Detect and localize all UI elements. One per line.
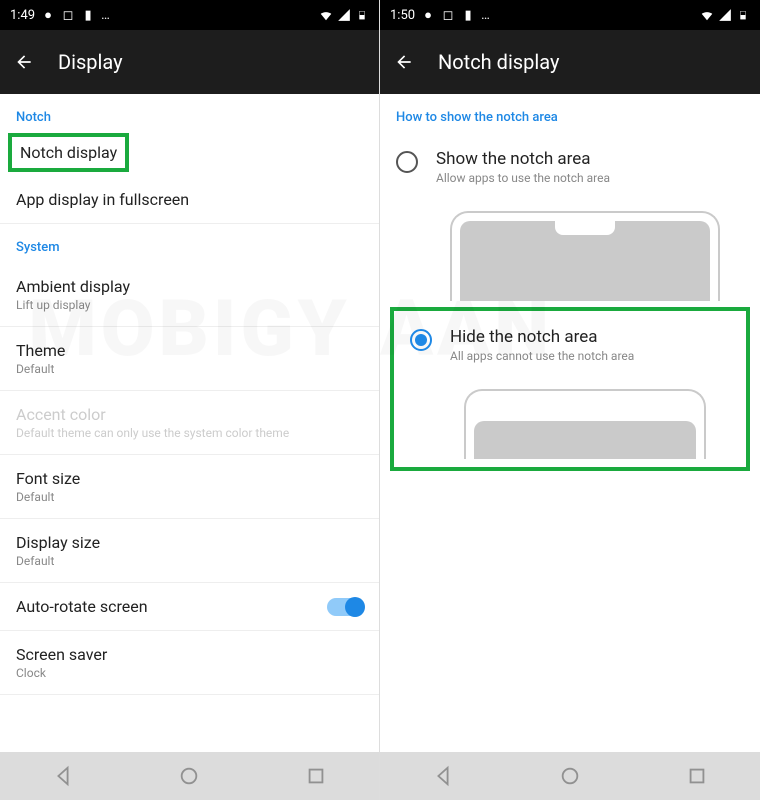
signal-icon xyxy=(718,8,732,22)
item-sub: Clock xyxy=(16,666,363,680)
battery-icon xyxy=(355,8,369,22)
item-sub: Default xyxy=(16,490,363,504)
item-sub: Default theme can only use the system co… xyxy=(16,426,363,440)
settings-content: MOBIGY Notch Notch display App display i… xyxy=(0,94,379,752)
item-app-fullscreen[interactable]: App display in fullscreen xyxy=(0,176,379,224)
item-label: App display in fullscreen xyxy=(16,190,363,209)
option-title: Hide the notch area xyxy=(450,327,634,347)
nav-home-icon[interactable] xyxy=(178,765,200,787)
option-hide-notch[interactable]: Hide the notch area All apps cannot use … xyxy=(394,311,746,379)
nav-bar xyxy=(0,752,379,800)
wifi-icon xyxy=(700,8,714,22)
item-sub: Default xyxy=(16,554,363,568)
header-title: Notch display xyxy=(438,50,559,74)
item-font-size[interactable]: Font size Default xyxy=(0,455,379,519)
radio-selected-icon[interactable] xyxy=(410,329,432,351)
more-icon: … xyxy=(481,8,490,23)
option-show-notch[interactable]: Show the notch area Allow apps to use th… xyxy=(380,133,760,201)
preview-hide-notch xyxy=(464,389,706,459)
item-label: Screen saver xyxy=(16,645,363,664)
app-header: Display xyxy=(0,30,379,94)
back-icon[interactable] xyxy=(394,52,414,72)
wifi-icon xyxy=(319,8,333,22)
header-title: Display xyxy=(58,50,123,74)
nav-back-icon[interactable] xyxy=(52,765,74,787)
item-label: Accent color xyxy=(16,405,363,424)
sim-icon: ▮ xyxy=(81,8,95,22)
sim-icon: ▮ xyxy=(461,8,475,22)
battery-icon xyxy=(736,8,750,22)
more-icon: … xyxy=(101,8,110,23)
item-display-size[interactable]: Display size Default xyxy=(0,519,379,583)
option-title: Show the notch area xyxy=(436,149,610,169)
option-sub: All apps cannot use the notch area xyxy=(450,349,634,363)
item-notch-display[interactable]: Notch display xyxy=(20,143,117,162)
status-time: 1:49 xyxy=(10,8,35,23)
item-label: Ambient display xyxy=(16,277,363,296)
item-label: Auto-rotate screen xyxy=(16,597,148,616)
item-auto-rotate[interactable]: Auto-rotate screen xyxy=(0,583,379,631)
item-label: Font size xyxy=(16,469,363,488)
status-bar: 1:50 ● ◻ ▮ … xyxy=(380,0,760,30)
chat-icon: ● xyxy=(41,8,55,22)
section-notch: Notch xyxy=(0,94,379,133)
notch-content: AAN How to show the notch area Show the … xyxy=(380,94,760,752)
phone-left: 1:49 ● ◻ ▮ … Display MOBIGY Notch Notch … xyxy=(0,0,380,800)
status-bar: 1:49 ● ◻ ▮ … xyxy=(0,0,379,30)
item-screen-saver[interactable]: Screen saver Clock xyxy=(0,631,379,695)
item-sub: Lift up display xyxy=(16,298,363,312)
nav-home-icon[interactable] xyxy=(559,765,581,787)
nav-recent-icon[interactable] xyxy=(686,765,708,787)
highlight-hide-notch: Hide the notch area All apps cannot use … xyxy=(390,307,750,471)
radio-unselected-icon[interactable] xyxy=(396,151,418,173)
instagram-icon: ◻ xyxy=(61,8,75,22)
preview-show-notch xyxy=(450,211,720,301)
nav-back-icon[interactable] xyxy=(432,765,454,787)
nav-recent-icon[interactable] xyxy=(305,765,327,787)
toggle-on-icon[interactable] xyxy=(327,598,363,616)
app-header: Notch display xyxy=(380,30,760,94)
section-how-to: How to show the notch area xyxy=(380,94,760,133)
item-label: Theme xyxy=(16,341,363,360)
phone-right: 1:50 ● ◻ ▮ … Notch display AAN How to sh… xyxy=(380,0,760,800)
item-theme[interactable]: Theme Default xyxy=(0,327,379,391)
item-label: Display size xyxy=(16,533,363,552)
item-accent-color: Accent color Default theme can only use … xyxy=(0,391,379,455)
section-system: System xyxy=(0,224,379,263)
instagram-icon: ◻ xyxy=(441,8,455,22)
signal-icon xyxy=(337,8,351,22)
status-time: 1:50 xyxy=(390,8,415,23)
highlight-notch-display: Notch display xyxy=(8,133,129,172)
nav-bar xyxy=(380,752,760,800)
chat-icon: ● xyxy=(421,8,435,22)
back-icon[interactable] xyxy=(14,52,34,72)
option-sub: Allow apps to use the notch area xyxy=(436,171,610,185)
item-ambient-display[interactable]: Ambient display Lift up display xyxy=(0,263,379,327)
item-sub: Default xyxy=(16,362,363,376)
